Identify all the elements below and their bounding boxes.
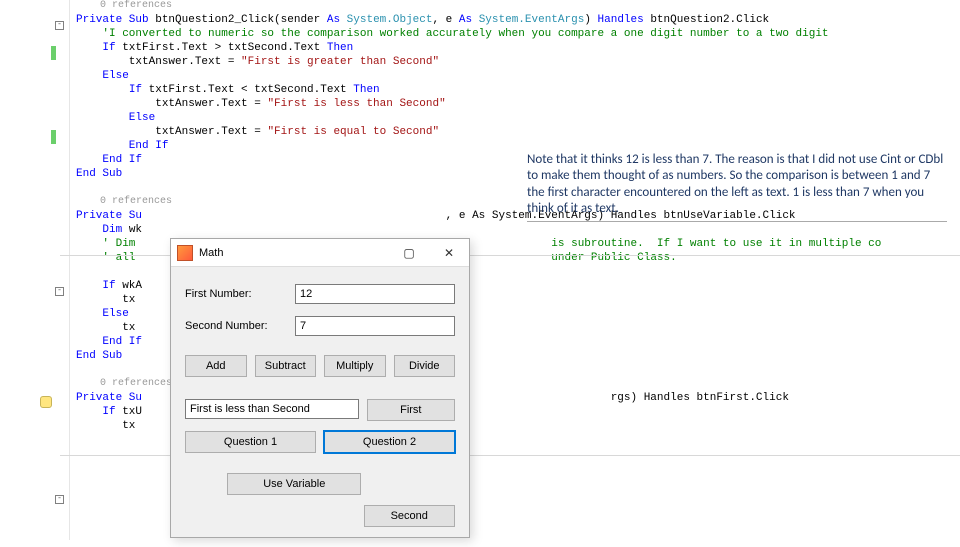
- first-button[interactable]: First: [367, 399, 455, 421]
- use-variable-button[interactable]: Use Variable: [227, 473, 361, 495]
- code-line: Else: [76, 112, 960, 126]
- collapse-toggle-icon[interactable]: -: [55, 287, 64, 296]
- answer-output: First is less than Second: [185, 399, 359, 419]
- change-marker-icon: [51, 46, 56, 60]
- subtract-button[interactable]: Subtract: [255, 355, 317, 377]
- change-marker-icon: [51, 130, 56, 144]
- lightbulb-icon[interactable]: [40, 396, 52, 408]
- slide-annotation: Note that it thinks 12 is less than 7. T…: [527, 152, 947, 222]
- close-icon: ✕: [444, 246, 454, 260]
- form-body: First Number: Second Number: Add Subtrac…: [171, 267, 469, 547]
- add-button[interactable]: Add: [185, 355, 247, 377]
- code-line: Else: [76, 70, 960, 84]
- code-line: txtAnswer.Text = "First is less than Sec…: [76, 98, 960, 112]
- code-line: Dim wk: [76, 224, 960, 238]
- app-icon: [177, 245, 193, 261]
- collapse-toggle-icon[interactable]: -: [55, 495, 64, 504]
- first-number-input[interactable]: [295, 284, 455, 304]
- code-line: If txtFirst.Text < txtSecond.Text Then: [76, 84, 960, 98]
- code-editor: - - - 0 references Private Sub btnQuesti…: [0, 0, 960, 540]
- code-line: txtAnswer.Text = "First is equal to Seco…: [76, 126, 960, 140]
- reference-count: 0 references: [100, 0, 960, 14]
- collapse-toggle-icon[interactable]: -: [55, 21, 64, 30]
- second-button[interactable]: Second: [364, 505, 456, 527]
- close-button[interactable]: ✕: [429, 239, 469, 267]
- code-line: If txtFirst.Text > txtSecond.Text Then: [76, 42, 960, 56]
- second-number-label: Second Number:: [185, 320, 295, 332]
- code-line: txtAnswer.Text = "First is greater than …: [76, 56, 960, 70]
- first-number-label: First Number:: [185, 288, 295, 300]
- code-line: Private Sub btnQuestion2_Click(sender As…: [76, 14, 960, 28]
- question2-button[interactable]: Question 2: [324, 431, 455, 453]
- titlebar[interactable]: Math ▢ ✕: [171, 239, 469, 267]
- math-form-window: Math ▢ ✕ First Number: Second Number: Ad…: [170, 238, 470, 538]
- divide-button[interactable]: Divide: [394, 355, 456, 377]
- window-title: Math: [199, 247, 389, 259]
- maximize-icon: ▢: [403, 246, 414, 260]
- code-line: 'I converted to numeric so the compariso…: [76, 28, 960, 42]
- multiply-button[interactable]: Multiply: [324, 355, 386, 377]
- second-number-input[interactable]: [295, 316, 455, 336]
- question1-button[interactable]: Question 1: [185, 431, 316, 453]
- maximize-button[interactable]: ▢: [389, 239, 429, 267]
- editor-gutter: - - -: [0, 0, 70, 540]
